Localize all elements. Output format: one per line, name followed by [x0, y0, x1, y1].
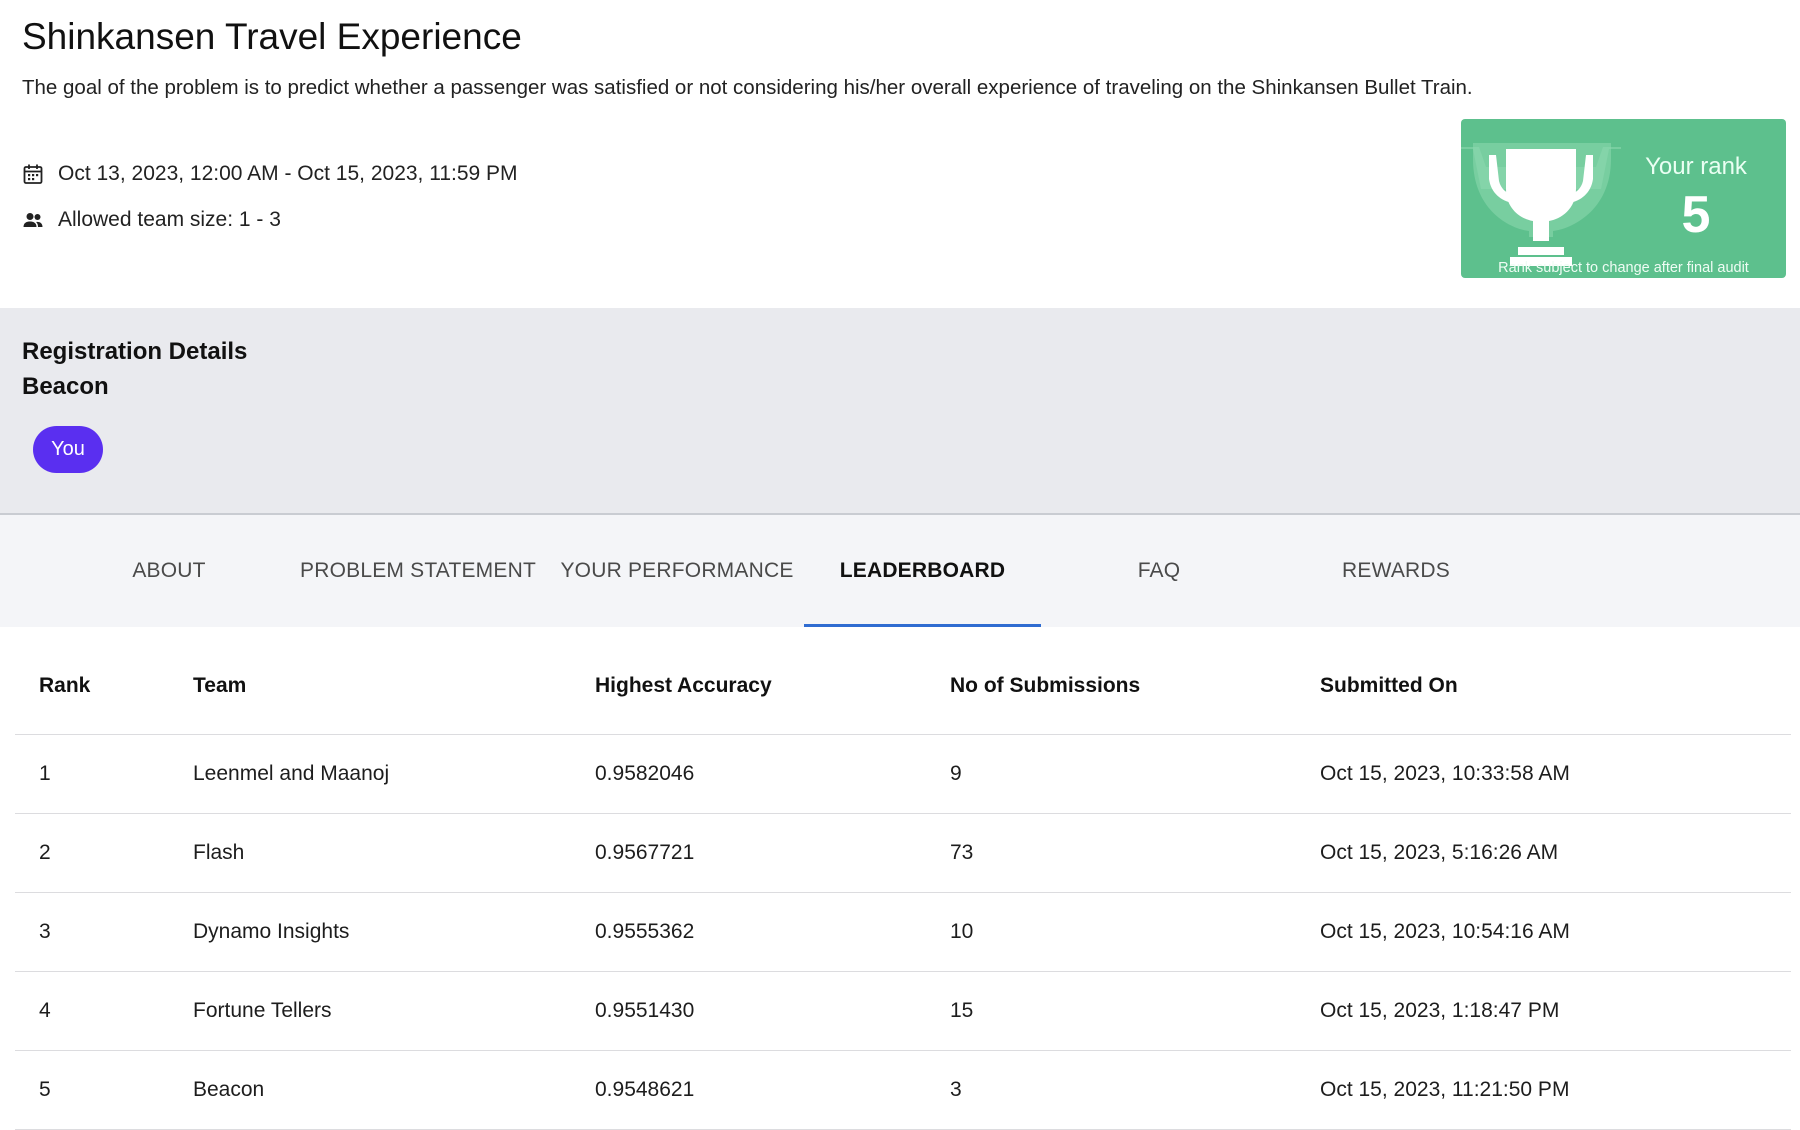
tab-problem-statement[interactable]: PROBLEM STATEMENT	[297, 515, 539, 627]
cell-submissions: 9	[950, 762, 962, 785]
table-row: 5 Beacon 0.9548621 3 Oct 15, 2023, 11:21…	[15, 1051, 1791, 1130]
header-rank[interactable]: Rank	[39, 627, 90, 734]
people-icon	[22, 209, 44, 231]
cell-team: Flash	[193, 841, 245, 864]
team-size-text: Allowed team size: 1 - 3	[58, 208, 281, 231]
rank-note: Rank subject to change after final audit	[1498, 260, 1749, 276]
team-size: Allowed team size: 1 - 3	[22, 208, 281, 232]
page-title: Shinkansen Travel Experience	[22, 16, 522, 57]
challenge-description: The goal of the problem is to predict wh…	[22, 76, 1473, 99]
cell-submissions: 10	[950, 920, 974, 943]
cell-submissions: 15	[950, 999, 974, 1022]
cell-team: Dynamo Insights	[193, 920, 350, 943]
tab-your-performance[interactable]: YOUR PERFORMANCE	[560, 515, 794, 627]
cell-rank: 4	[39, 999, 51, 1022]
cell-accuracy: 0.9551430	[595, 999, 695, 1022]
tab-rewards[interactable]: REWARDS	[1317, 515, 1475, 627]
header-submitted-on[interactable]: Submitted On	[1320, 627, 1458, 734]
header-highest-accuracy[interactable]: Highest Accuracy	[595, 627, 772, 734]
header-team[interactable]: Team	[193, 627, 246, 734]
table-header-row: Rank Team Highest Accuracy No of Submiss…	[15, 627, 1791, 735]
leaderboard-table: Rank Team Highest Accuracy No of Submiss…	[15, 627, 1791, 1130]
tab-leaderboard[interactable]: LEADERBOARD	[804, 515, 1041, 627]
tab-about[interactable]: ABOUT	[90, 515, 248, 627]
cell-submitted-on: Oct 15, 2023, 11:21:50 PM	[1320, 1078, 1570, 1101]
rank-label: Your rank	[1645, 153, 1747, 180]
table-row: 1 Leenmel and Maanoj 0.9582046 9 Oct 15,…	[15, 735, 1791, 814]
cell-rank: 2	[39, 841, 51, 864]
cell-team: Leenmel and Maanoj	[193, 762, 390, 785]
cell-submissions: 73	[950, 841, 974, 864]
table-row: 2 Flash 0.9567721 73 Oct 15, 2023, 5:16:…	[15, 814, 1791, 893]
cell-submitted-on: Oct 15, 2023, 5:16:26 AM	[1320, 841, 1559, 864]
cell-team: Fortune Tellers	[193, 999, 332, 1022]
challenge-header: Shinkansen Travel Experience The goal of…	[0, 0, 1800, 308]
cell-accuracy: 0.9567721	[595, 841, 695, 864]
rank-card: Your rank 5 Rank subject to change after…	[1461, 119, 1786, 278]
table-row: 3 Dynamo Insights 0.9555362 10 Oct 15, 2…	[15, 893, 1791, 972]
calendar-icon	[22, 163, 44, 185]
tab-faq[interactable]: FAQ	[1080, 515, 1238, 627]
cell-rank: 1	[39, 762, 51, 785]
cell-team: Beacon	[193, 1078, 265, 1101]
cell-submitted-on: Oct 15, 2023, 1:18:47 PM	[1320, 999, 1560, 1022]
cell-accuracy: 0.9548621	[595, 1078, 695, 1101]
challenge-dates-text: Oct 13, 2023, 12:00 AM - Oct 15, 2023, 1…	[58, 162, 518, 185]
header-submissions[interactable]: No of Submissions	[950, 627, 1140, 734]
registration-title: Registration Details	[22, 338, 248, 365]
table-row: 4 Fortune Tellers 0.9551430 15 Oct 15, 2…	[15, 972, 1791, 1051]
cell-accuracy: 0.9555362	[595, 920, 695, 943]
cell-submitted-on: Oct 15, 2023, 10:33:58 AM	[1320, 762, 1570, 785]
rank-value: 5	[1681, 186, 1711, 244]
tab-bar: ABOUT PROBLEM STATEMENT YOUR PERFORMANCE…	[0, 515, 1800, 627]
cell-rank: 3	[39, 920, 51, 943]
registration-details: Registration Details Beacon You	[0, 308, 1800, 515]
cell-submitted-on: Oct 15, 2023, 10:54:16 AM	[1320, 920, 1570, 943]
challenge-dates: Oct 13, 2023, 12:00 AM - Oct 15, 2023, 1…	[22, 162, 518, 186]
cell-accuracy: 0.9582046	[595, 762, 695, 785]
team-name: Beacon	[22, 373, 109, 400]
cell-rank: 5	[39, 1078, 51, 1101]
cell-submissions: 3	[950, 1078, 962, 1101]
member-chip[interactable]: You	[33, 426, 103, 473]
